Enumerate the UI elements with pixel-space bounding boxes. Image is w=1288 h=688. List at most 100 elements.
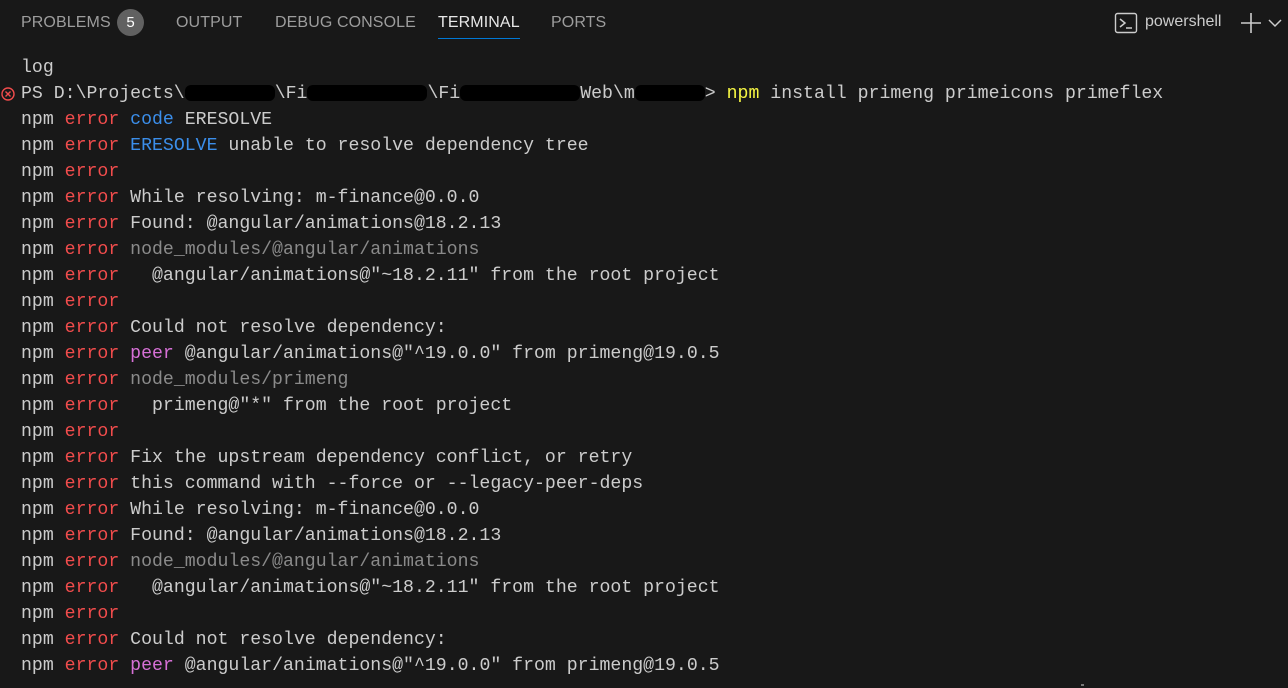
redacted-path-segment xyxy=(460,85,581,102)
npm-prefix: npm xyxy=(21,188,54,208)
error-message-segment: While resolving: m-finance@0.0.0 xyxy=(130,188,480,208)
npm-prefix: npm xyxy=(21,292,54,312)
error-label: error xyxy=(64,604,120,624)
npm-error-line: npm error xyxy=(21,419,119,445)
scroll-indicator xyxy=(1081,684,1084,686)
npm-error-line: npm error primeng@"*" from the root proj… xyxy=(21,393,512,419)
tab-problems[interactable]: PROBLEMS xyxy=(21,13,111,39)
prompt-path-segment: \Fi xyxy=(427,84,461,104)
npm-error-line: npm error code ERESOLVE xyxy=(21,107,272,133)
npm-error-line: npm error @angular/animations@"~18.2.11"… xyxy=(21,575,720,601)
error-label: error xyxy=(64,110,120,130)
error-message-segment: @angular/animations@"^19.0.0" from prime… xyxy=(173,656,720,676)
error-label: error xyxy=(64,188,120,208)
error-message-segment: node_modules/@angular/animations xyxy=(130,240,480,260)
npm-prefix: npm xyxy=(21,162,54,182)
npm-error-line: npm error ERESOLVE unable to resolve dep… xyxy=(21,133,589,159)
chevron-down-icon[interactable] xyxy=(1266,14,1284,32)
npm-prefix: npm xyxy=(21,578,54,598)
npm-prefix: npm xyxy=(21,110,54,130)
redacted-path-segment xyxy=(634,85,705,102)
error-message-segment: @angular/animations@"~18.2.11" from the … xyxy=(130,266,720,286)
npm-prefix: npm xyxy=(21,656,54,676)
error-message-segment: Found: @angular/animations@18.2.13 xyxy=(130,214,502,234)
npm-error-line: npm error Could not resolve dependency: xyxy=(21,315,447,341)
error-message-segment: node_modules/@angular/animations xyxy=(130,552,480,572)
error-message-segment: Could not resolve dependency: xyxy=(130,318,447,338)
tab-output[interactable]: OUTPUT xyxy=(176,13,242,39)
npm-error-line: npm error node_modules/primeng xyxy=(21,367,348,393)
error-message-segment: Fix the upstream dependency conflict, or… xyxy=(130,448,633,468)
error-message-segment: @angular/animations@"^19.0.0" from prime… xyxy=(173,344,720,364)
error-message-segment: peer xyxy=(130,344,174,364)
npm-prefix: npm xyxy=(21,526,54,546)
npm-error-line: npm error Found: @angular/animations@18.… xyxy=(21,523,501,549)
terminal-output[interactable]: log PS D:\Projects\ \Fi \Fi Web\m > npm inst… xyxy=(0,55,1288,688)
npm-prefix: npm xyxy=(21,214,54,234)
npm-prefix: npm xyxy=(21,500,54,520)
prompt-suffix: > xyxy=(704,84,727,104)
npm-prefix: npm xyxy=(21,630,54,650)
error-message-segment: node_modules/primeng xyxy=(130,370,349,390)
npm-error-line: npm error peer @angular/animations@"^19.… xyxy=(21,653,720,679)
npm-error-line: npm error While resolving: m-finance@0.0… xyxy=(21,185,479,211)
tab-terminal[interactable]: TERMINAL xyxy=(438,13,520,39)
error-label: error xyxy=(64,292,120,312)
error-label: error xyxy=(64,396,120,416)
npm-prefix: npm xyxy=(21,396,54,416)
problems-count-badge: 5 xyxy=(117,9,144,36)
tab-debug-console[interactable]: DEBUG CONSOLE xyxy=(275,13,416,39)
npm-prefix: npm xyxy=(21,240,54,260)
log-line: log xyxy=(21,58,54,78)
npm-error-line: npm error node_modules/@angular/animatio… xyxy=(21,237,479,263)
npm-error-line: npm error peer @angular/animations@"^19.… xyxy=(21,341,720,367)
npm-error-line: npm error xyxy=(21,601,119,627)
error-label: error xyxy=(64,474,120,494)
error-label: error xyxy=(64,656,120,676)
error-label: error xyxy=(64,266,120,286)
error-message-segment: code xyxy=(130,110,174,130)
npm-error-line: npm error Fix the upstream dependency co… xyxy=(21,445,632,471)
error-message-segment: unable to resolve dependency tree xyxy=(217,136,589,156)
command-prompt-line: PS D:\Projects\ \Fi \Fi Web\m > npm install … xyxy=(21,81,1163,107)
error-label: error xyxy=(64,214,120,234)
command-npm: npm xyxy=(726,84,760,104)
error-message-segment: peer xyxy=(130,656,174,676)
npm-prefix: npm xyxy=(21,448,54,468)
shell-name-label: powershell xyxy=(1145,13,1222,30)
npm-error-line: npm error While resolving: m-finance@0.0… xyxy=(21,497,479,523)
terminal-icon xyxy=(1114,12,1138,34)
error-label: error xyxy=(64,318,120,338)
error-message-segment: ERESOLVE xyxy=(173,110,273,130)
redacted-path-segment xyxy=(184,85,275,102)
npm-error-line: npm error node_modules/@angular/animatio… xyxy=(21,549,479,575)
npm-prefix: npm xyxy=(21,136,54,156)
error-label: error xyxy=(64,526,120,546)
error-label: error xyxy=(64,370,120,390)
prompt-prefix: PS D:\Projects\ xyxy=(21,84,185,104)
error-message-segment: ERESOLVE xyxy=(130,136,218,156)
npm-error-line: npm error Could not resolve dependency: xyxy=(21,627,447,653)
error-label: error xyxy=(64,422,120,442)
error-label: error xyxy=(64,448,120,468)
new-terminal-plus-icon[interactable] xyxy=(1238,10,1264,36)
npm-prefix: npm xyxy=(21,266,54,286)
error-label: error xyxy=(64,344,120,364)
command-args: install primeng primeicons primeflex xyxy=(759,84,1164,104)
prompt-path-segment: \Fi xyxy=(274,84,308,104)
npm-error-line: npm error @angular/animations@"~18.2.11"… xyxy=(21,263,720,289)
error-label: error xyxy=(64,630,120,650)
npm-error-line: npm error xyxy=(21,159,119,185)
error-label: error xyxy=(64,136,120,156)
error-message-segment: @angular/animations@"~18.2.11" from the … xyxy=(130,578,720,598)
tab-ports[interactable]: PORTS xyxy=(551,13,606,39)
npm-prefix: npm xyxy=(21,370,54,390)
npm-error-line: npm error Found: @angular/animations@18.… xyxy=(21,211,501,237)
error-label: error xyxy=(64,240,120,260)
npm-prefix: npm xyxy=(21,422,54,442)
error-message-segment: While resolving: m-finance@0.0.0 xyxy=(130,500,480,520)
npm-prefix: npm xyxy=(21,604,54,624)
error-message-segment: primeng@"*" from the root project xyxy=(130,396,513,416)
error-label: error xyxy=(64,500,120,520)
error-message-segment: Found: @angular/animations@18.2.13 xyxy=(130,526,502,546)
